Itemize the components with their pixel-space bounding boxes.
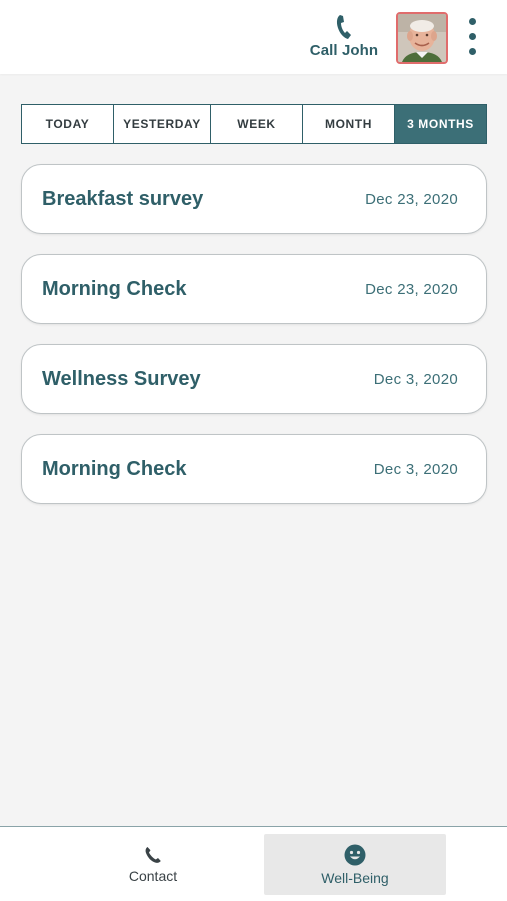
tab-yesterday[interactable]: YESTERDAY [114, 105, 211, 143]
smiley-icon [344, 844, 366, 865]
time-range-tabs: TODAY YESTERDAY WEEK MONTH 3 MONTHS [21, 104, 487, 144]
tab-week[interactable]: WEEK [211, 105, 303, 143]
phone-icon [145, 846, 161, 863]
nav-label: Well-Being [321, 869, 389, 886]
survey-date: Dec 3, 2020 [373, 460, 458, 478]
call-label: Call John [309, 42, 379, 59]
phone-icon [336, 15, 351, 39]
bottom-nav: Contact Well-Being [0, 826, 507, 901]
tab-3-months[interactable]: 3 MONTHS [395, 105, 486, 143]
survey-title: Morning Check [42, 457, 187, 480]
tab-month[interactable]: MONTH [303, 105, 395, 143]
app-header: Call John [0, 0, 507, 74]
nav-well-being[interactable]: Well-Being [264, 834, 446, 895]
survey-title: Breakfast survey [42, 187, 204, 210]
survey-card[interactable]: Morning Check Dec 3, 2020 [21, 434, 487, 504]
survey-title: Wellness Survey [42, 367, 201, 390]
avatar[interactable] [396, 12, 448, 64]
call-button[interactable]: Call John [304, 10, 384, 66]
avatar-photo [398, 14, 446, 62]
nav-label: Contact [128, 867, 178, 884]
survey-date: Dec 23, 2020 [365, 190, 458, 208]
more-vertical-icon[interactable] [462, 16, 484, 58]
survey-card[interactable]: Wellness Survey Dec 3, 2020 [21, 344, 487, 414]
tab-today[interactable]: TODAY [22, 105, 114, 143]
survey-date: Dec 3, 2020 [373, 370, 458, 388]
survey-card[interactable]: Breakfast survey Dec 23, 2020 [21, 164, 487, 234]
survey-date: Dec 23, 2020 [365, 280, 458, 298]
survey-card[interactable]: Morning Check Dec 23, 2020 [21, 254, 487, 324]
survey-title: Morning Check [42, 277, 187, 300]
nav-contact[interactable]: Contact [71, 834, 235, 895]
